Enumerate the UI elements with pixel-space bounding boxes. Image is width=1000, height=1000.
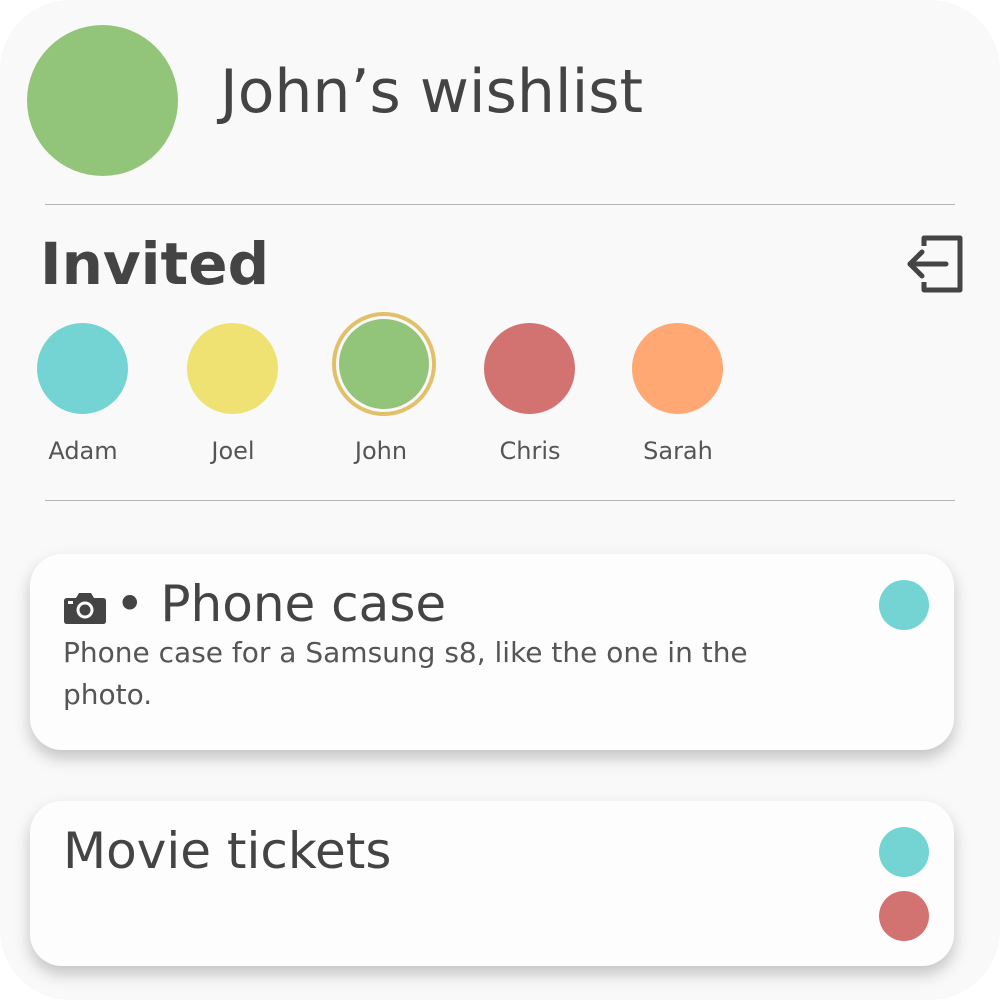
page-title: John’s wishlist — [220, 57, 644, 127]
leave-button[interactable] — [900, 232, 968, 296]
wishlist-screen: John’s wishlist Invited Adam Joel John C… — [0, 0, 1000, 1000]
item-description: Phone case for a Samsung s8, like the on… — [63, 636, 748, 711]
owner-avatar[interactable] — [27, 25, 178, 176]
avatar — [484, 323, 575, 414]
member-sarah[interactable]: Sarah — [603, 318, 753, 466]
divider — [45, 500, 955, 501]
member-name: Sarah — [643, 437, 713, 465]
invited-heading: Invited — [40, 230, 270, 298]
avatar — [339, 319, 429, 409]
item-title-row: • Phone case — [63, 574, 446, 638]
member-john[interactable]: John — [306, 312, 456, 466]
item-title: Movie tickets — [63, 822, 392, 880]
avatar — [37, 323, 128, 414]
member-joel[interactable]: Joel — [158, 318, 308, 466]
member-adam[interactable]: Adam — [8, 318, 158, 466]
item-title: Phone case — [160, 575, 447, 633]
member-name: John — [354, 437, 408, 465]
avatar — [187, 323, 278, 414]
divider — [45, 204, 955, 205]
member-name: Chris — [499, 437, 561, 465]
claimed-by-dot — [879, 580, 929, 630]
title-separator: • — [115, 575, 145, 633]
member-chris[interactable]: Chris — [455, 318, 605, 466]
member-name: Joel — [211, 437, 255, 465]
wishlist-item-phone-case[interactable]: • Phone case Phone case for a Samsung s8… — [30, 554, 954, 750]
member-name: Adam — [48, 437, 118, 465]
claimed-by-dot — [879, 827, 929, 877]
wishlist-item-movie-tickets[interactable]: Movie tickets — [30, 801, 954, 966]
avatar — [632, 323, 723, 414]
exit-icon — [907, 235, 963, 293]
claimed-by-dot — [879, 891, 929, 941]
camera-icon — [63, 578, 107, 638]
